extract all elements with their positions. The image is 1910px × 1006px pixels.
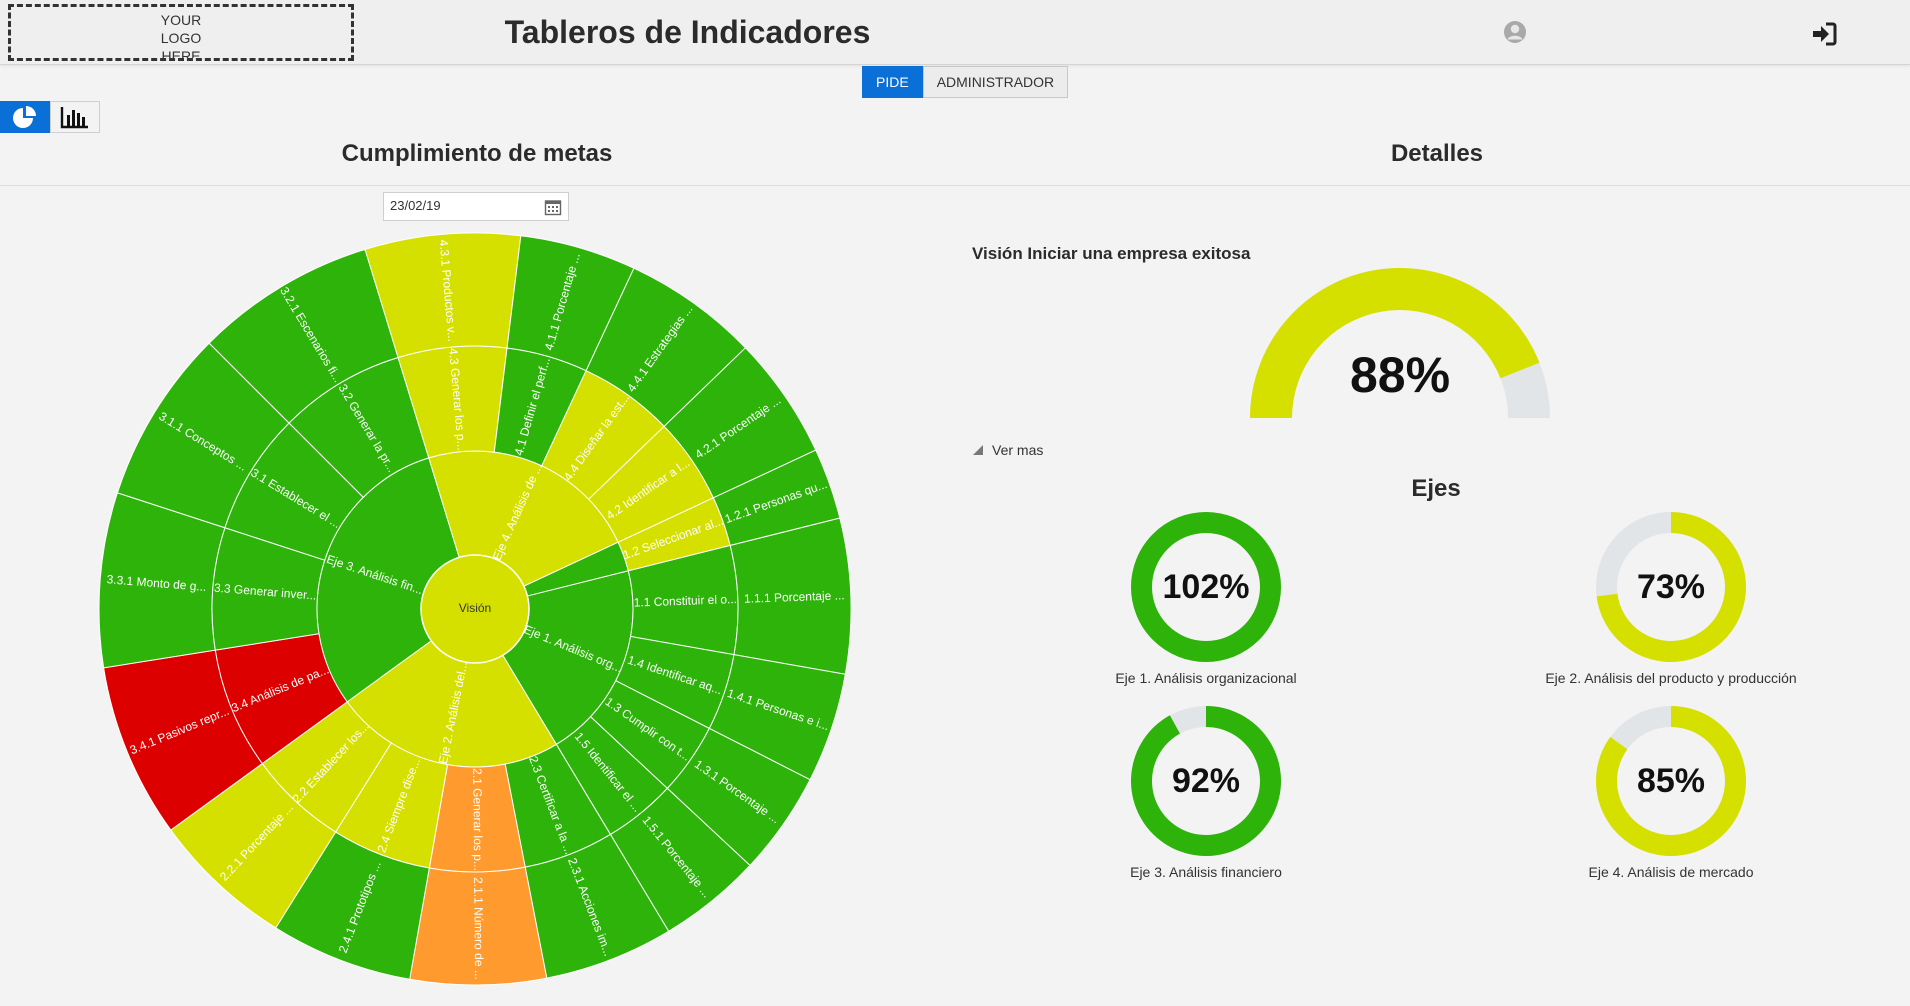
- sunburst-indicator-label: 2.1.1 Número de ...: [471, 877, 486, 980]
- section-divider: [0, 185, 1910, 186]
- eje-3-percent: 92%: [1171, 762, 1241, 800]
- ejes-title: Ejes: [1411, 475, 1461, 502]
- ver-mas-label: Ver mas: [992, 442, 1044, 458]
- pie-chart-icon: [13, 106, 36, 128]
- details-title: Detalles: [1390, 140, 1484, 167]
- eje-1-percent: 102%: [1162, 568, 1250, 606]
- eje-4-percent: 85%: [1636, 762, 1706, 800]
- eje-2-percent: 73%: [1636, 568, 1706, 606]
- goals-title: Cumplimiento de metas: [341, 140, 613, 167]
- sunburst-objective-label: 2.1 Generar los p...: [470, 768, 485, 871]
- bar-chart-icon: [60, 107, 88, 129]
- sign-in-arrow-icon[interactable]: [1810, 20, 1838, 48]
- eje-3-label: Eje 3. Análisis financiero: [1130, 864, 1282, 880]
- triangle-expand-icon: [973, 445, 983, 455]
- vision-label: Visión Iniciar una empresa exitosa: [972, 244, 1251, 263]
- pie-view-button[interactable]: [0, 101, 50, 133]
- eje-2-label: Eje 2. Análisis del producto y producció…: [1545, 670, 1797, 686]
- app-title: Tableros de Indicadores: [504, 14, 871, 50]
- calendar-icon[interactable]: [544, 198, 562, 216]
- tab-pide[interactable]: PIDE: [862, 66, 923, 98]
- vision-percent: 88%: [1349, 347, 1451, 403]
- eje-4-label: Eje 4. Análisis de mercado: [1588, 864, 1754, 880]
- date-input[interactable]: [390, 198, 540, 213]
- date-picker: [383, 192, 569, 221]
- module-tabs: PIDE ADMINISTRADOR: [862, 66, 1069, 98]
- goals-sunburst-chart: Eje 1. Análisis org...1.1 Constituir el …: [98, 232, 852, 986]
- ver-mas-toggle[interactable]: Ver mas: [972, 442, 1043, 458]
- bar-view-button[interactable]: [50, 101, 100, 133]
- top-bar: YOUR LOGO HERE Tableros de Indicadores: [0, 0, 1910, 65]
- eje-1-label: Eje 1. Análisis organizacional: [1115, 670, 1297, 686]
- view-toggle: [0, 101, 100, 133]
- tab-administrador[interactable]: ADMINISTRADOR: [922, 66, 1069, 98]
- user-avatar-icon[interactable]: [1503, 20, 1527, 44]
- sunburst-center-label: Visión: [459, 601, 491, 615]
